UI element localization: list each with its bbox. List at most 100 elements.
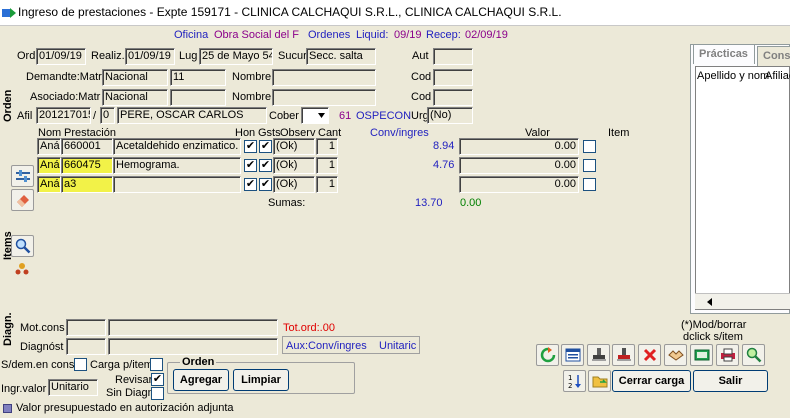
- row1-cant[interactable]: 1: [316, 138, 338, 155]
- liquid-value: 09/19: [394, 29, 422, 41]
- obra-social-link[interactable]: Obra Social del F: [214, 29, 299, 41]
- row2-cant[interactable]: 1: [316, 157, 338, 174]
- urg-field[interactable]: (No): [427, 107, 473, 124]
- limpiar-button[interactable]: Limpiar: [233, 369, 289, 391]
- lugar-field[interactable]: 25 de Mayo 54: [199, 48, 273, 65]
- refresh-button[interactable]: [536, 344, 559, 366]
- row1-gsts-checkbox[interactable]: ✔: [259, 140, 272, 153]
- sdem-checkbox[interactable]: [74, 358, 87, 371]
- demandte-num-field[interactable]: 11: [170, 69, 226, 86]
- row3-gsts-checkbox[interactable]: ✔: [259, 178, 272, 191]
- row1-code[interactable]: 660001: [61, 138, 113, 155]
- cober-select[interactable]: [301, 107, 329, 124]
- col-afiliac: Afiliac: [765, 70, 790, 82]
- sin-diagn-checkbox[interactable]: [151, 387, 164, 400]
- afil-separator: /: [93, 110, 97, 122]
- horizontal-scrollbar[interactable]: [695, 293, 790, 309]
- search-button[interactable]: [11, 235, 34, 257]
- row2-observ[interactable]: (Ok): [273, 157, 315, 174]
- zoom-button[interactable]: [742, 344, 765, 366]
- asociado-cod-field[interactable]: [433, 89, 473, 106]
- row3-valor[interactable]: 0.00: [459, 176, 579, 193]
- row1-hon-checkbox[interactable]: ✔: [244, 140, 257, 153]
- asociado-nombre-field[interactable]: [272, 89, 376, 106]
- ord-label: Ord: [17, 50, 36, 62]
- svg-text:1: 1: [568, 374, 572, 382]
- row1-valor[interactable]: 0.00: [459, 138, 579, 155]
- ingr-label: Ingr.valor: [1, 383, 47, 395]
- sucursal-field[interactable]: Secc. salta: [306, 48, 376, 65]
- diagnost-desc-field[interactable]: [108, 338, 278, 355]
- row3-cant[interactable]: 1: [316, 176, 338, 193]
- revisar-checkbox[interactable]: ✔: [151, 373, 164, 386]
- row1-observ[interactable]: (Ok): [273, 138, 315, 155]
- demandte-matr-field[interactable]: Nacional: [102, 69, 168, 86]
- row3-desc[interactable]: [113, 176, 241, 193]
- afil-num-field[interactable]: 201217015: [36, 107, 91, 124]
- agregar-button[interactable]: Agregar: [173, 369, 229, 391]
- ord-date-field[interactable]: 01/09/19: [36, 48, 86, 65]
- chevron-left-icon[interactable]: [707, 298, 712, 306]
- handshake-icon: [667, 350, 684, 361]
- nombre-label: Nombre: [232, 71, 272, 83]
- cerrar-carga-button[interactable]: Cerrar carga: [612, 370, 691, 392]
- row1-item-checkbox[interactable]: [583, 140, 596, 153]
- tab-practicas[interactable]: Prácticas: [693, 44, 755, 64]
- motcons-label: Mot.cons: [20, 322, 65, 334]
- revisar-label: Revisar: [115, 374, 153, 386]
- carga-checkbox[interactable]: [150, 358, 163, 371]
- title-bar: Ingreso de prestaciones - Expte 159171 -…: [0, 0, 790, 26]
- row2-hon-checkbox[interactable]: ✔: [244, 159, 257, 172]
- salir-button[interactable]: Salir: [693, 370, 768, 392]
- sumas-valor: 0.00: [460, 197, 482, 209]
- row1-nom[interactable]: Aná: [37, 138, 61, 155]
- aut-label: Aut: [412, 50, 429, 62]
- form-button[interactable]: [561, 344, 584, 366]
- tab-consultas[interactable]: Cons: [757, 46, 790, 66]
- handshake-button[interactable]: [664, 344, 687, 366]
- row2-valor[interactable]: 0.00: [459, 157, 579, 174]
- stamp-red-button[interactable]: [612, 344, 635, 366]
- tot-ord: Tot.ord:.00: [283, 322, 335, 334]
- row3-hon-checkbox[interactable]: ✔: [244, 178, 257, 191]
- row2-gsts-checkbox[interactable]: ✔: [259, 159, 272, 172]
- afil-name-field[interactable]: PERE, OSCAR CARLOS: [117, 107, 267, 124]
- row2-code[interactable]: 660475: [61, 157, 113, 174]
- stamp-button[interactable]: [587, 344, 610, 366]
- row2-nom[interactable]: Aná: [37, 157, 61, 174]
- motcons-desc-field[interactable]: [108, 319, 278, 336]
- motcons-code-field[interactable]: [66, 319, 106, 336]
- row3-code[interactable]: a3: [61, 176, 113, 193]
- row1-desc[interactable]: Acetaldehido enzimatico.: [113, 138, 241, 155]
- close-icon: [643, 348, 656, 362]
- eraser-button[interactable]: [11, 189, 34, 211]
- asociado-num-field[interactable]: [170, 89, 226, 106]
- aut-field[interactable]: [433, 48, 473, 65]
- sliders-button[interactable]: [11, 165, 34, 187]
- realiz-date-field[interactable]: 01/09/19: [125, 48, 175, 65]
- ordenes-link[interactable]: Ordenes: [308, 29, 350, 41]
- oficina-link[interactable]: Oficina: [174, 29, 208, 41]
- row3-observ[interactable]: (Ok): [273, 176, 315, 193]
- row2-desc[interactable]: Hemograma.: [113, 157, 241, 174]
- afil-label: Afil: [17, 110, 33, 122]
- afil-sub-field[interactable]: 0: [100, 107, 115, 124]
- ingr-value-field[interactable]: Unitario: [48, 379, 98, 396]
- row2-item-checkbox[interactable]: [583, 159, 596, 172]
- asociado-matr-field[interactable]: Nacional: [102, 89, 168, 106]
- header-conv: Conv/ingres: [370, 127, 429, 139]
- book-button[interactable]: [690, 344, 713, 366]
- row3-nom[interactable]: Aná: [37, 176, 61, 193]
- demandte-cod-field[interactable]: [433, 69, 473, 86]
- diagnost-code-field[interactable]: [66, 338, 106, 355]
- sort-button[interactable]: 1 2: [563, 370, 586, 392]
- demandte-nombre-field[interactable]: [272, 69, 376, 86]
- print-button[interactable]: [716, 344, 739, 366]
- orden-section-label: Orden: [2, 89, 14, 122]
- refresh-icon: [540, 347, 555, 363]
- delete-button[interactable]: [638, 344, 661, 366]
- header-item: Item: [608, 127, 630, 139]
- row3-item-checkbox[interactable]: [583, 178, 596, 191]
- practicas-list[interactable]: [695, 66, 790, 310]
- folder-button[interactable]: [588, 370, 611, 392]
